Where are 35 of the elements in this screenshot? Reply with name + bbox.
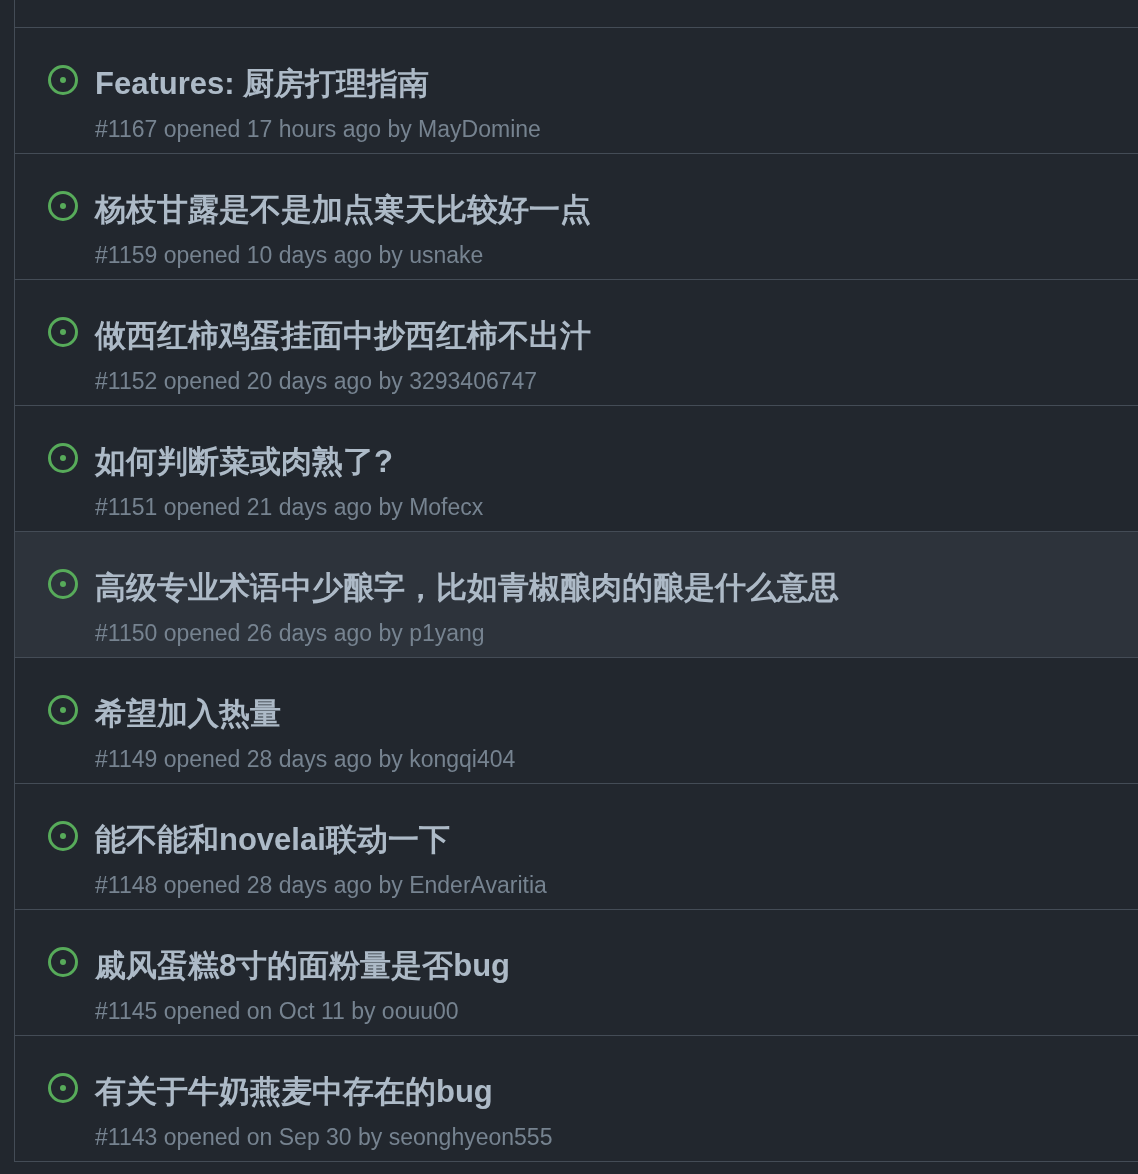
- issue-meta: #1159 opened 10 days ago by usnake: [95, 241, 485, 269]
- issue-meta: #1150 opened 26 days ago by p1yang: [95, 619, 486, 647]
- issue-row[interactable]: 杨枝甘露是不是加点寒天比较好一点 #1159 opened 10 days ago by usnake: [15, 154, 1138, 280]
- issue-row[interactable]: 有关于牛奶燕麦中存在的bug #1143 opened on Sep 30 by seonghyeon555: [15, 1036, 1138, 1162]
- issue-title[interactable]: 有关于牛奶燕麦中存在的bug: [95, 1074, 553, 1110]
- issue-row[interactable]: 高级专业术语中少酿字，比如青椒酿肉的酿是什么意思 #1150 opened 26 days ago by p1yang: [15, 532, 1138, 658]
- issue-row[interactable]: 做西红柿鸡蛋挂面中抄西红柿不出汁 #1152 opened 20 days ago by 3293406747: [15, 280, 1138, 406]
- open-issue-icon: [47, 694, 79, 726]
- open-issue-icon: [47, 442, 79, 474]
- issue-title[interactable]: 希望加入热量: [95, 696, 516, 732]
- issue-row[interactable]: 希望加入热量 #1149 opened 28 days ago by kongqi404: [15, 658, 1138, 784]
- issue-title[interactable]: 杨枝甘露是不是加点寒天比较好一点: [95, 192, 591, 228]
- open-issue-icon: [47, 820, 79, 852]
- issue-meta: #1143 opened on Sep 30 by seonghyeon555: [95, 1123, 553, 1151]
- issue-meta: #1148 opened 28 days ago by EnderAvaritia: [95, 871, 547, 899]
- issue-title[interactable]: 能不能和novelai联动一下: [95, 822, 547, 858]
- issue-row[interactable]: Features: 厨房打理指南 #1167 opened 17 hours ago by MayDomine: [15, 28, 1138, 154]
- issue-meta: #1152 opened 20 days ago by 3293406747: [95, 367, 539, 395]
- issue-meta: #1151 opened 21 days ago by Mofecx: [95, 493, 484, 521]
- issue-meta: #1145 opened on Oct 11 by oouu00: [95, 997, 460, 1025]
- issue-row[interactable]: 能不能和novelai联动一下 #1148 opened 28 days ago by EnderAvaritia: [15, 784, 1138, 910]
- open-issue-icon: [47, 64, 79, 96]
- issue-title[interactable]: Features: 厨房打理指南: [95, 66, 541, 102]
- issue-title[interactable]: 戚风蛋糕8寸的面粉量是否bug: [95, 948, 511, 984]
- open-issue-icon: [47, 568, 79, 600]
- issue-title[interactable]: 如何判断菜或肉熟了?: [95, 444, 484, 480]
- issue-meta: #1149 opened 28 days ago by kongqi404: [95, 745, 516, 773]
- open-issue-icon: [47, 1072, 79, 1104]
- issue-row[interactable]: 戚风蛋糕8寸的面粉量是否bug #1145 opened on Oct 11 by oouu00: [15, 910, 1138, 1036]
- open-issue-icon: [47, 946, 79, 978]
- issue-title[interactable]: 做西红柿鸡蛋挂面中抄西红柿不出汁: [95, 318, 591, 354]
- issue-title[interactable]: 高级专业术语中少酿字，比如青椒酿肉的酿是什么意思: [95, 570, 839, 606]
- open-issue-icon: [47, 316, 79, 348]
- issue-meta: #1167 opened 17 hours ago by MayDomine: [95, 115, 541, 143]
- open-issue-icon: [47, 190, 79, 222]
